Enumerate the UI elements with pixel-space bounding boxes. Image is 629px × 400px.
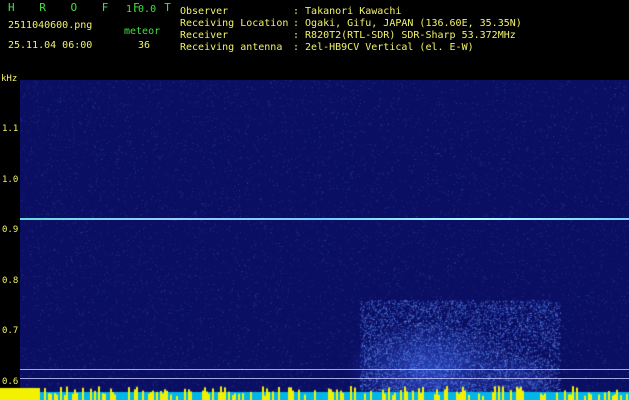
app-version: 1.0.0 — [126, 4, 157, 15]
meteor-count: 36 — [138, 40, 151, 51]
observer-value: : Takanori Kawachi — [293, 6, 402, 17]
receiver-value: : R820T2(RTL-SDR) SDR-Sharp 53.372MHz — [293, 30, 516, 41]
meteor-label: meteor — [124, 26, 161, 37]
reference-line-upper — [20, 369, 629, 370]
antenna-value: : 2el-HB9CV Vertical (el. E-W) — [293, 42, 474, 53]
header-panel: H R O F F T 1.0.0 2511040600.png meteor … — [0, 0, 629, 80]
frequency-tick-label: 0.9 — [2, 225, 19, 235]
frequency-tick-label: 1.0 — [2, 175, 19, 185]
file-datetime: 25.11.04 06:00 — [8, 40, 93, 51]
observer-label: Observer — [180, 6, 229, 17]
spectrogram[interactable] — [20, 80, 629, 400]
frequency-tick-label: 1.1 — [2, 124, 19, 134]
location-value: : Ogaki, Gifu, JAPAN (136.60E, 35.35N) — [293, 18, 522, 29]
carrier-line — [20, 218, 629, 220]
location-label: Receiving Location — [180, 18, 289, 29]
antenna-label: Receiving antenna — [180, 42, 283, 53]
axis-unit-label: kHz — [1, 74, 18, 84]
frequency-tick-label: 0.7 — [2, 326, 19, 336]
frequency-tick-label: 0.8 — [2, 276, 19, 286]
file-name: 2511040600.png — [8, 20, 93, 31]
noise-speckles — [20, 80, 629, 400]
reference-line-lower — [20, 378, 629, 379]
receiver-label: Receiver — [180, 30, 229, 41]
signal-level-bar — [0, 385, 629, 400]
